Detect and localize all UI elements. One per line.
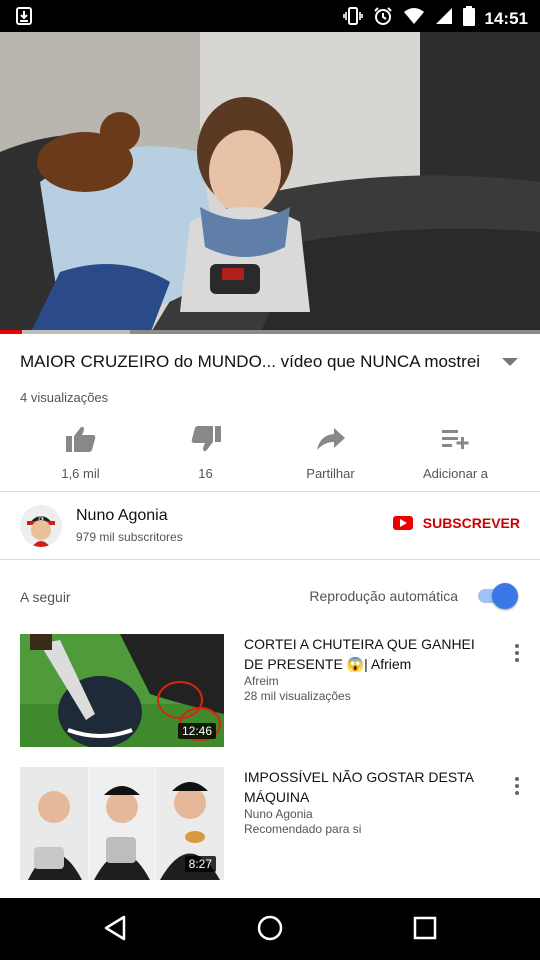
more-options-icon[interactable]: [514, 644, 520, 662]
share-icon: [316, 424, 346, 454]
recommended-video-title: CORTEI A CHUTEIRA QUE GANHEI DE PRESENTE…: [244, 636, 475, 672]
video-actions: 1,6 mil 16 Partilhar Adicionar a: [0, 418, 540, 488]
video-progress-bar[interactable]: [0, 330, 540, 334]
recommended-video[interactable]: 12:46 CORTEI A CHUTEIRA QUE GANHEI DE PR…: [20, 634, 520, 747]
recommended-video-channel: Nuno Agonia: [244, 807, 313, 821]
video-duration: 12:46: [177, 723, 216, 739]
video-thumbnail[interactable]: 12:46: [20, 634, 224, 747]
wifi-icon: [403, 7, 425, 30]
system-nav-bar: [0, 898, 540, 960]
video-title-row[interactable]: MAIOR CRUZEIRO do MUNDO... vídeo que NUN…: [20, 352, 520, 372]
like-count: 1,6 mil: [61, 466, 100, 481]
alarm-icon: [373, 6, 393, 31]
channel-row: N Nuno Agonia 979 mil subscritores SUBSC…: [20, 505, 520, 547]
channel-subscriber-count: 979 mil subscritores: [76, 530, 183, 544]
video-player[interactable]: [0, 32, 540, 334]
video-duration: 8:27: [184, 856, 216, 872]
like-button[interactable]: 1,6 mil: [18, 418, 143, 488]
video-frame: [0, 32, 540, 334]
recommended-video-title: IMPOSSÍVEL NÃO GOSTAR DESTA MÁQUINA: [244, 769, 474, 805]
home-icon[interactable]: [256, 914, 284, 947]
recommended-video-views: 28 mil visualizações: [244, 689, 351, 703]
dislike-count: 16: [198, 466, 213, 481]
add-to-playlist-button[interactable]: Adicionar a: [393, 418, 518, 488]
subscribe-button[interactable]: SUBSCREVER: [392, 515, 520, 531]
divider: [0, 559, 540, 560]
back-icon[interactable]: [102, 914, 128, 947]
battery-icon: [462, 6, 475, 31]
progress-played: [0, 330, 22, 334]
channel-name[interactable]: Nuno Agonia: [76, 507, 168, 525]
clock: 14:51: [484, 8, 528, 28]
autoplay-label: Reprodução automática: [309, 588, 458, 604]
signal-icon: [435, 7, 453, 30]
vibrate-icon: [342, 7, 363, 30]
recommended-video-channel: Afreim: [244, 674, 279, 688]
playlist-add-icon: [441, 424, 471, 454]
recommended-video[interactable]: 8:27 IMPOSSÍVEL NÃO GOSTAR DESTA MÁQUINA…: [20, 767, 520, 880]
add-to-label: Adicionar a: [422, 466, 489, 481]
video-title: MAIOR CRUZEIRO do MUNDO... vídeo que NUN…: [20, 352, 481, 371]
video-thumbnail[interactable]: 8:27: [20, 767, 224, 880]
thumbs-down-icon: [190, 424, 222, 454]
thumbs-up-icon: [65, 424, 97, 454]
status-bar: 14:51: [0, 0, 540, 32]
dislike-button[interactable]: 16: [143, 418, 268, 488]
avatar-letter: N: [38, 513, 44, 522]
download-notification-icon: [16, 7, 32, 30]
autoplay-control: Reprodução automática: [309, 583, 518, 609]
youtube-logo-icon: [392, 516, 413, 530]
expand-description-icon[interactable]: [502, 358, 518, 366]
recents-icon[interactable]: [412, 914, 438, 947]
share-button[interactable]: Partilhar: [268, 418, 393, 488]
view-count: 4 visualizações: [20, 390, 109, 405]
up-next-label: A seguir: [20, 589, 71, 605]
share-label: Partilhar: [306, 466, 355, 481]
subscribe-label: SUBSCREVER: [422, 515, 520, 531]
channel-avatar[interactable]: N: [20, 505, 62, 547]
toggle-knob: [492, 583, 518, 609]
more-options-icon[interactable]: [514, 777, 520, 795]
recommended-video-meta: Recomendado para si: [244, 822, 362, 836]
divider: [0, 491, 540, 492]
autoplay-toggle[interactable]: [476, 583, 518, 609]
